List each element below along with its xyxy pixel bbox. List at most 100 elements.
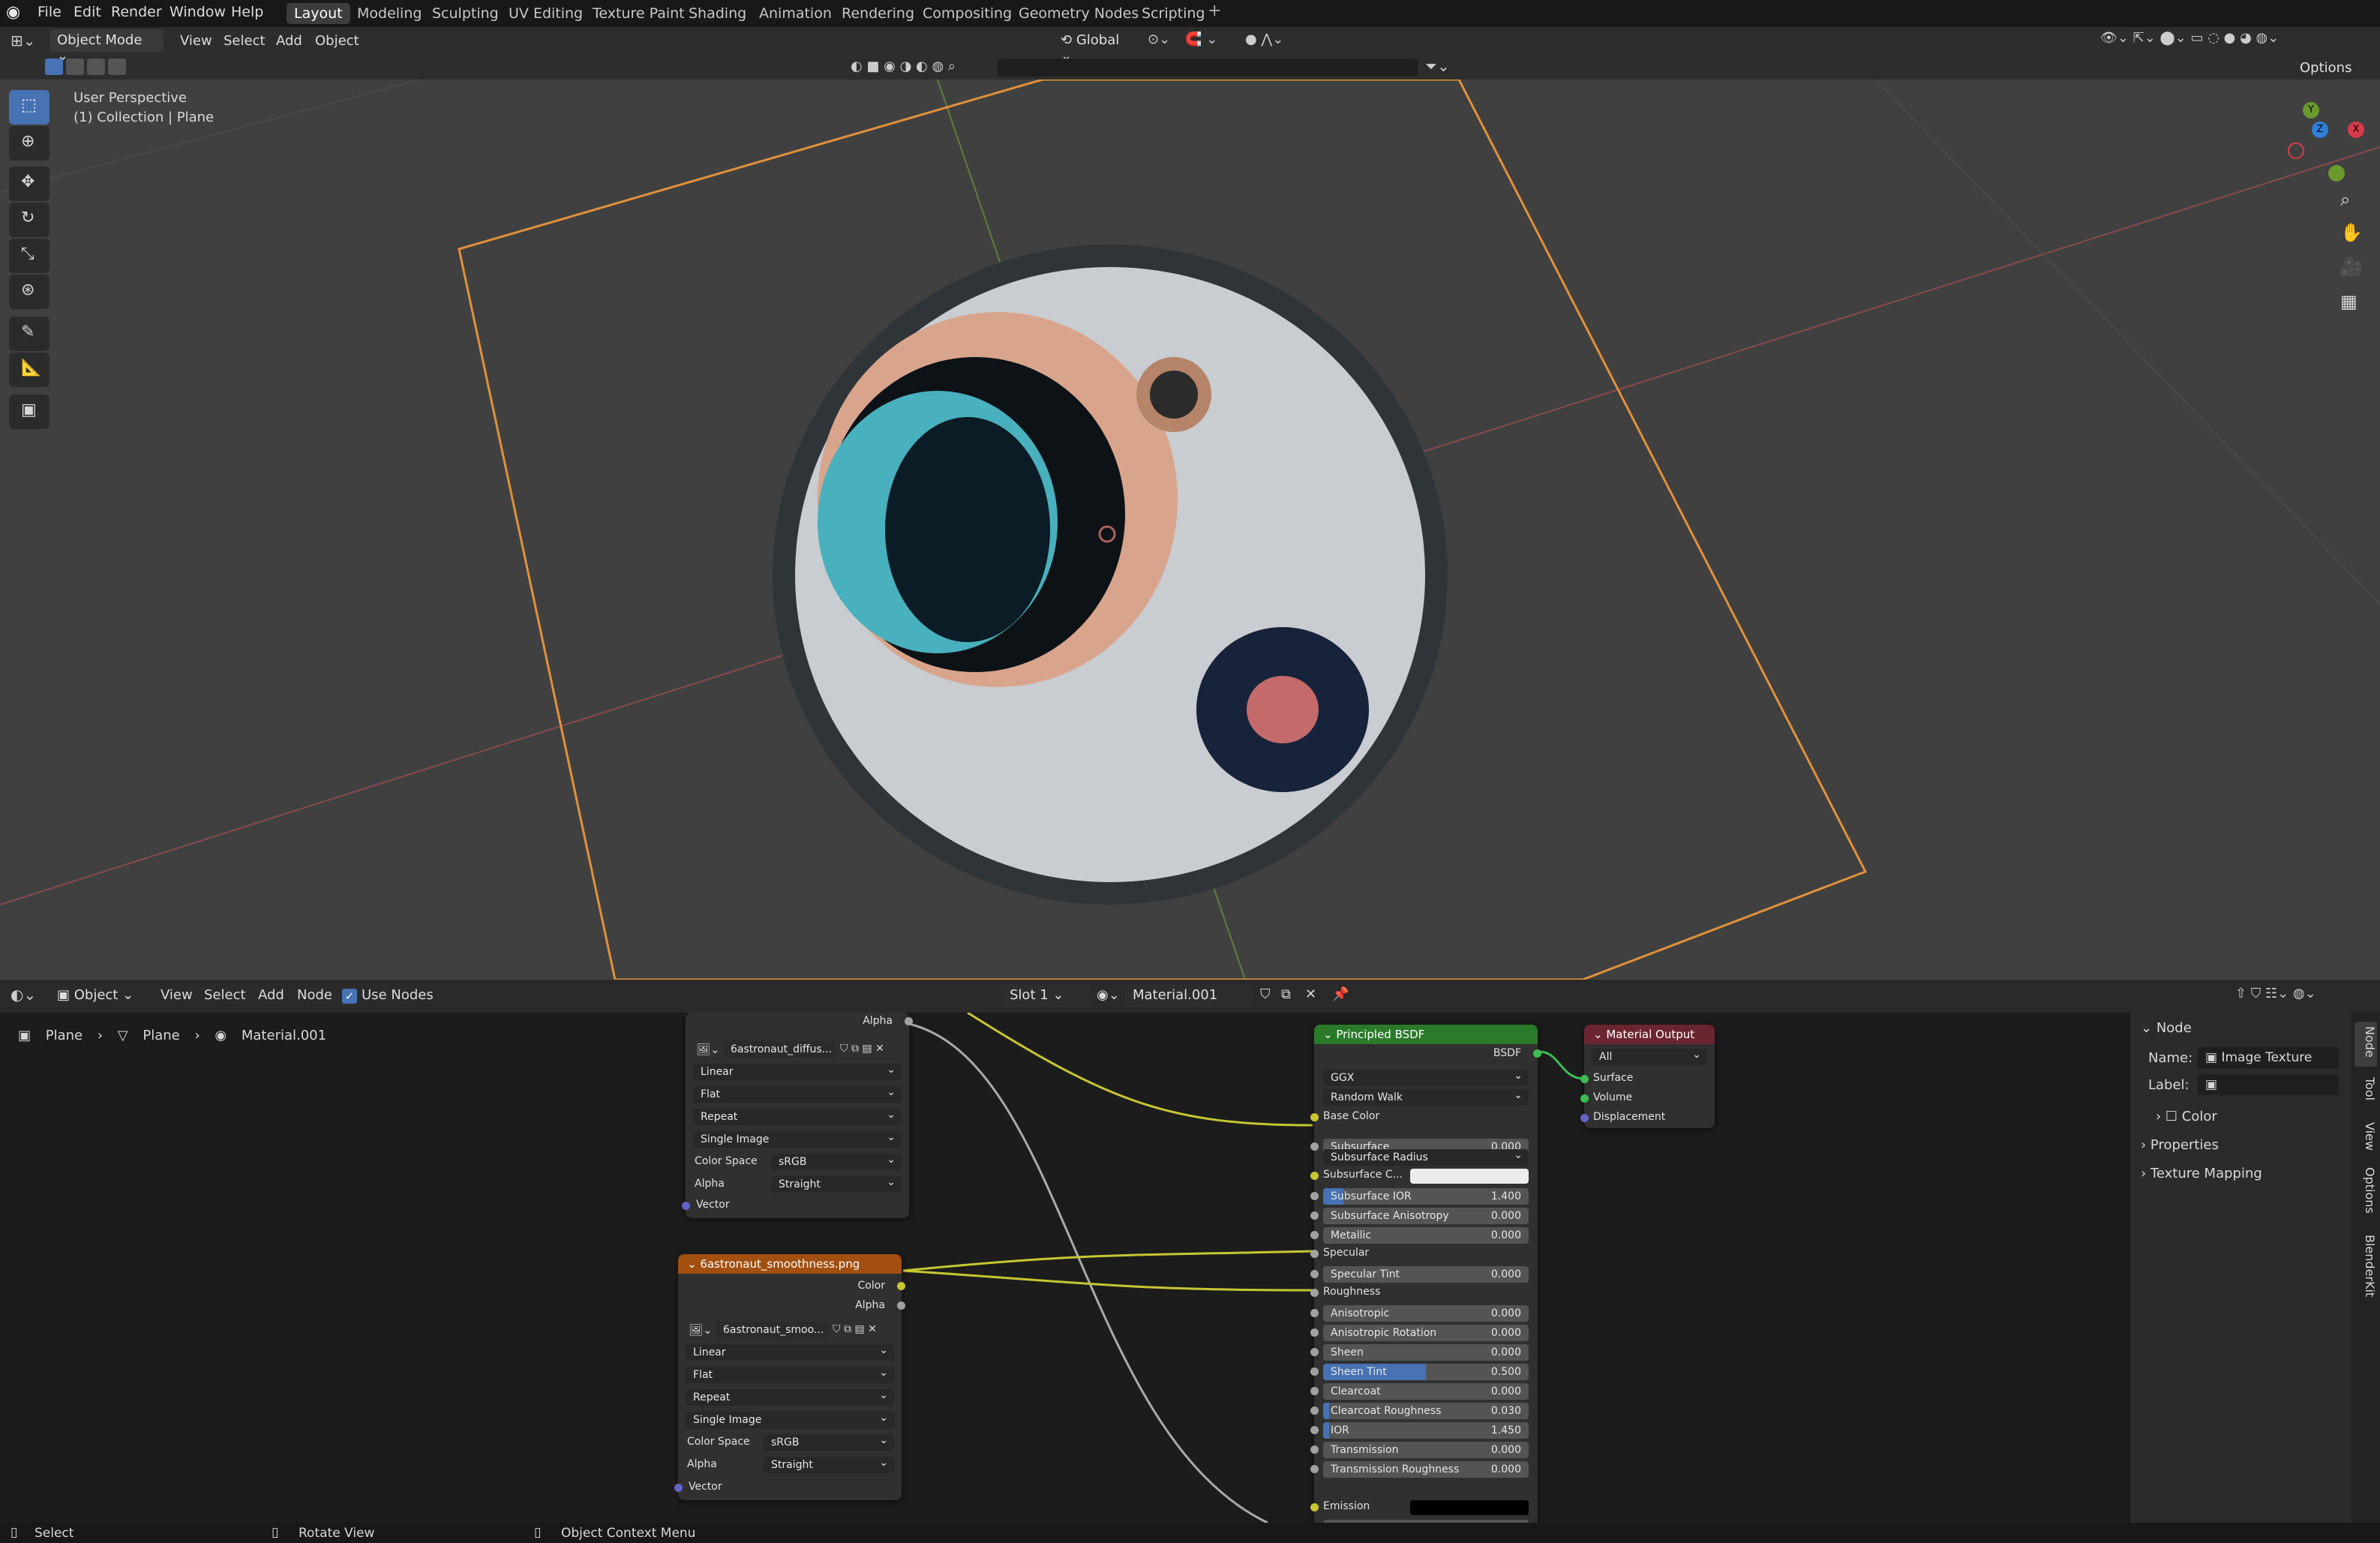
material-browse-icon[interactable]: ◉⌄ <box>1097 987 1120 1003</box>
color-space-dropdown[interactable]: sRGB <box>764 1434 894 1451</box>
node-editor-canvas[interactable]: ▣ Plane › ▽ Plane › ◉ Material.001 Alpha… <box>0 1013 2130 1523</box>
menu-help[interactable]: Help <box>231 4 263 20</box>
tab-texture-paint[interactable]: Texture Paint <box>585 3 692 24</box>
cursor-tool[interactable]: ⊕ <box>9 126 50 161</box>
input-socket[interactable] <box>1310 1445 1319 1454</box>
node-menu-node[interactable]: Node <box>297 987 332 1003</box>
alpha-mode-dropdown[interactable]: Straight <box>764 1457 894 1473</box>
projection-dropdown[interactable]: Flat <box>693 1086 902 1103</box>
menu-edit[interactable]: Edit <box>74 4 101 20</box>
selection-mode-icons[interactable] <box>45 59 150 77</box>
source-dropdown[interactable]: Single Image <box>686 1412 894 1428</box>
image-name-field[interactable]: 6astronaut_smoo... <box>716 1322 828 1338</box>
emission-color-swatch[interactable] <box>1410 1500 1529 1515</box>
alpha-mode-dropdown[interactable]: Straight <box>771 1176 902 1193</box>
image-browse-icon[interactable]: 🖼⌄ <box>689 1323 713 1337</box>
tab-options[interactable]: Options <box>2354 1163 2377 1230</box>
image-action-icons[interactable]: ⛉ ⧉ ▤ ✕ <box>840 1043 884 1055</box>
filter-icon[interactable]: ⏷⌄ <box>1425 57 1450 75</box>
projection-dropdown[interactable]: Flat <box>686 1367 894 1383</box>
interpolation-dropdown[interactable]: Linear <box>686 1344 894 1361</box>
bsdf-slider-row[interactable]: Metallic 0.000 <box>1323 1227 1529 1244</box>
bsdf-slider-row[interactable]: IOR 1.450 <box>1323 1422 1529 1439</box>
options-dropdown[interactable]: Options ⌄ <box>2292 57 2373 92</box>
duplicate-material-icon[interactable]: ⧉ <box>1281 986 1291 1002</box>
gizmo-y-icon[interactable]: Y <box>2303 102 2319 119</box>
camera-icon[interactable]: 🎥 <box>2340 257 2363 278</box>
tab-scripting[interactable]: Scripting <box>1134 3 1213 24</box>
image-browse-icon[interactable]: 🖼⌄ <box>696 1043 720 1056</box>
rotate-tool[interactable]: ↻ <box>9 203 50 237</box>
measure-tool[interactable]: 📐 <box>9 353 50 387</box>
breadcrumb-object[interactable]: Plane <box>46 1028 83 1043</box>
displacement-socket[interactable] <box>1580 1114 1589 1122</box>
volume-socket[interactable] <box>1580 1094 1589 1103</box>
navigation-gizmo[interactable]: Y Z X <box>2265 95 2370 185</box>
tab-modeling[interactable]: Modeling <box>350 3 429 24</box>
input-socket[interactable] <box>1310 1426 1319 1434</box>
unlink-close-icon[interactable]: ✕ <box>1305 986 1316 1002</box>
tab-compositing[interactable]: Compositing <box>915 3 1019 24</box>
subsurface-method-dropdown[interactable]: Random Walk <box>1323 1089 1529 1106</box>
menu-object[interactable]: Object <box>315 33 359 49</box>
material-name-field[interactable]: Material.001 <box>1125 984 1253 1007</box>
snap-icon[interactable]: 🧲 ⌄ <box>1185 32 1217 47</box>
output-target-dropdown[interactable]: All <box>1592 1049 1707 1065</box>
vector-input-socket[interactable] <box>674 1484 683 1492</box>
tab-uv-editing[interactable]: UV Editing <box>501 3 590 24</box>
bsdf-slider-row[interactable]: Transmission Roughness 0.000 <box>1323 1461 1529 1478</box>
grid-view-icon[interactable]: ▦ <box>2340 291 2357 312</box>
input-socket[interactable] <box>1310 1192 1319 1200</box>
properties-section[interactable]: › Properties <box>2141 1137 2358 1157</box>
bsdf-slider-row[interactable]: Anisotropic 0.000 <box>1323 1305 1529 1322</box>
menu-window[interactable]: Window <box>170 4 226 20</box>
input-socket[interactable] <box>1310 1367 1319 1376</box>
alpha-output-socket[interactable] <box>897 1301 905 1310</box>
interpolation-dropdown[interactable]: Linear <box>693 1064 902 1080</box>
tab-tool[interactable]: Tool <box>2354 1073 2377 1118</box>
input-socket[interactable] <box>1310 1348 1319 1356</box>
subsurface-color-socket[interactable] <box>1310 1172 1319 1180</box>
extension-dropdown[interactable]: Repeat <box>693 1109 902 1125</box>
editor-type-icon[interactable]: ◐⌄ <box>11 986 36 1004</box>
node-section-header[interactable]: ⌄ Node <box>2141 1020 2358 1041</box>
input-socket[interactable] <box>1310 1465 1319 1473</box>
select-box-tool[interactable]: ⬚ <box>9 90 50 125</box>
vector-input-socket[interactable] <box>682 1202 690 1210</box>
object-mode-dropdown[interactable]: Object Mode ⌄ <box>50 29 164 64</box>
add-cube-tool[interactable]: ▣ <box>9 395 50 429</box>
bsdf-slider-row[interactable]: Sheen 0.000 <box>1323 1344 1529 1361</box>
gizmo-neg-y-icon[interactable] <box>2328 165 2345 182</box>
search-input[interactable] <box>998 59 1418 77</box>
image-name-field[interactable]: 6astronaut_diffus... <box>723 1041 836 1058</box>
move-tool[interactable]: ✥ <box>9 167 50 201</box>
image-texture-node-smoothness[interactable]: ⌄ 6astronaut_smoothness.png Color Alpha … <box>674 1254 905 1500</box>
bsdf-slider-row[interactable]: Subsurface Anisotropy 0.000 <box>1323 1208 1529 1224</box>
subsurface-color-swatch[interactable] <box>1410 1169 1529 1184</box>
pivot-icon[interactable]: ⊙⌄ <box>1148 32 1170 47</box>
input-socket[interactable] <box>1310 1309 1319 1317</box>
node-editor-header-icons[interactable]: ⇧ ⛉ ☷⌄ ◍⌄ <box>2235 986 2378 1007</box>
bsdf-slider-row[interactable]: Sheen Tint 0.500 <box>1323 1364 1529 1380</box>
node-menu-select[interactable]: Select <box>204 987 246 1003</box>
input-socket[interactable] <box>1310 1211 1319 1220</box>
subsurface-radius-dropdown[interactable]: Subsurface Radius <box>1323 1149 1529 1166</box>
node-name-field[interactable]: ▣ Image Texture <box>2198 1047 2339 1068</box>
color-section[interactable]: › ☐ Color <box>2156 1109 2351 1128</box>
menu-file[interactable]: File <box>38 4 62 20</box>
extension-dropdown[interactable]: Repeat <box>686 1389 894 1406</box>
bsdf-slider-row[interactable]: Clearcoat 0.000 <box>1323 1383 1529 1400</box>
breadcrumb-mesh[interactable]: Plane <box>143 1028 179 1043</box>
3d-viewport[interactable]: ⬚ ⊕ ✥ ↻ ⤡ ⊛ ✎ 📐 ▣ User Perspective (1) C… <box>0 80 2380 980</box>
fake-user-shield-icon[interactable]: ⛉ <box>1260 986 1271 1002</box>
input-socket[interactable] <box>1310 1328 1319 1337</box>
overlay-shading-controls[interactable]: 👁⌄ ⇱⌄ ⬤⌄ ▭ ◌ ● ◕ ◍⌄ <box>2100 30 2370 51</box>
scale-tool[interactable]: ⤡ <box>9 239 50 273</box>
roughness-socket[interactable] <box>1310 1289 1319 1297</box>
emission-socket[interactable] <box>1310 1503 1319 1511</box>
image-action-icons[interactable]: ⛉ ⧉ ▤ ✕ <box>833 1323 877 1335</box>
transform-tool[interactable]: ⊛ <box>9 275 50 309</box>
node-menu-view[interactable]: View <box>161 987 193 1003</box>
node-menu-add[interactable]: Add <box>258 987 284 1003</box>
input-socket[interactable] <box>1310 1270 1319 1278</box>
